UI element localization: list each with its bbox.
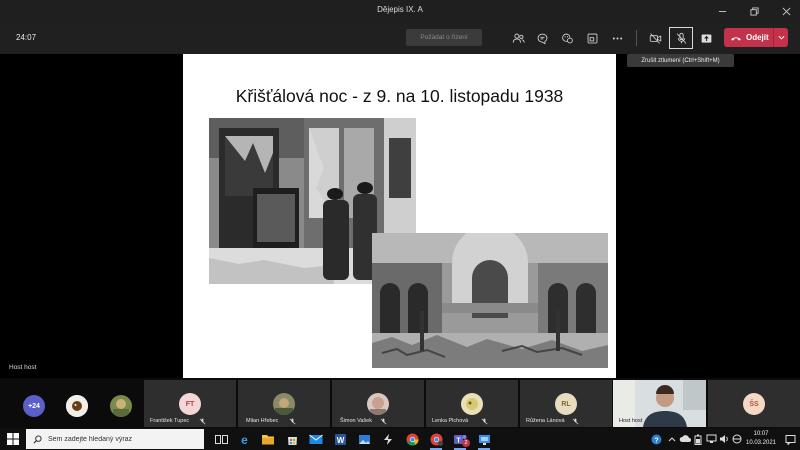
participant-name: František Tupec <box>150 418 190 424</box>
avatar <box>110 395 132 417</box>
search-icon <box>33 434 42 443</box>
participant-name: Šimon Vašek <box>340 418 372 424</box>
self-video-tile[interactable]: Host host <box>613 380 706 427</box>
clock-time: 10:07 <box>753 431 769 437</box>
minimize-icon[interactable] <box>708 0 736 22</box>
windows-start-icon[interactable] <box>7 433 19 445</box>
file-explorer-icon[interactable] <box>260 431 276 447</box>
request-control-button[interactable]: Požádat o řízení <box>406 29 482 46</box>
more-participants-count: +24 <box>23 395 45 417</box>
participant-name: Milan Hřebec <box>246 418 279 424</box>
photos-icon[interactable] <box>356 431 372 447</box>
window-title-bar: Dějepis IX. A <box>0 0 800 22</box>
shared-content-stage: Křišťálová noc - z 9. na 10. listopadu 1… <box>0 54 800 378</box>
rooms-icon[interactable] <box>582 29 602 47</box>
system-clock[interactable]: 10:07 10.03.2021 <box>741 430 781 448</box>
mic-off-icon <box>572 418 579 425</box>
participant-tile[interactable] <box>60 380 96 427</box>
avatar <box>273 393 295 415</box>
avatar <box>367 393 389 415</box>
window-title: Dějepis IX. A <box>377 5 423 14</box>
mic-off-icon <box>481 418 488 425</box>
participant-tile[interactable]: Lenka Plchová <box>426 380 518 427</box>
participant-strip: +24 FT František Tupec Milan Hřebec Šimo… <box>0 378 800 428</box>
chrome-icon[interactable] <box>404 431 420 447</box>
more-participants-tile[interactable]: +24 <box>0 380 60 427</box>
help-icon[interactable]: ? <box>648 431 664 447</box>
mic-off-icon <box>289 418 296 425</box>
chat-icon[interactable] <box>532 29 552 47</box>
meeting-toolbar: 24:07 Požádat o řízení Odejít <box>0 22 800 54</box>
presentation-slide: Křišťálová noc - z 9. na 10. listopadu 1… <box>183 54 616 378</box>
participant-name: Růžena Lánová <box>526 418 565 424</box>
presenter-name-label: Host host <box>9 364 37 371</box>
search-input[interactable] <box>48 435 198 443</box>
svg-text:T: T <box>456 437 461 444</box>
phone-hangup-icon <box>731 36 741 40</box>
participant-name: Lenka Plchová <box>432 418 469 424</box>
taskbar-search[interactable] <box>26 429 204 449</box>
remote-app-icon[interactable] <box>476 431 492 450</box>
notification-badge: 2 <box>462 439 470 447</box>
word-icon[interactable]: W <box>332 431 348 447</box>
share-screen-icon[interactable] <box>696 29 716 47</box>
network-app-icon[interactable] <box>380 431 396 447</box>
camera-off-icon[interactable] <box>645 29 665 47</box>
participant-tile[interactable] <box>100 380 144 427</box>
participant-tile[interactable]: RL Růžena Lánová <box>520 380 612 427</box>
chrome-profile-icon[interactable] <box>428 431 444 450</box>
mic-off-icon <box>380 418 387 425</box>
meeting-timer: 24:07 <box>16 33 37 42</box>
teams-icon[interactable]: T 2 <box>452 431 470 450</box>
leave-button[interactable]: Odejít <box>724 28 788 47</box>
notifications-icon[interactable] <box>782 431 798 447</box>
participant-tile[interactable]: ŠS <box>708 380 800 427</box>
avatar: ŠS <box>743 393 765 415</box>
avatar: RL <box>555 393 577 415</box>
participants-icon[interactable] <box>508 29 528 47</box>
mic-off-icon <box>199 418 206 425</box>
mic-off-icon[interactable] <box>669 27 693 49</box>
svg-text:?: ? <box>654 437 658 444</box>
svg-text:e: e <box>241 433 248 446</box>
leave-button-label: Odejít <box>746 33 769 42</box>
participant-tile[interactable]: Milan Hřebec <box>238 380 330 427</box>
avatar <box>461 393 483 415</box>
windows-taskbar: e W T 2 ? <box>0 428 800 450</box>
mail-icon[interactable] <box>308 431 324 447</box>
unmute-tooltip: Zrušit ztlumení (Ctrl+Shift+M) <box>627 54 734 67</box>
participant-tile[interactable]: Šimon Vašek <box>332 380 424 427</box>
chevron-down-icon[interactable] <box>773 28 788 47</box>
restore-icon[interactable] <box>740 0 768 22</box>
slide-title: Křišťálová noc - z 9. na 10. listopadu 1… <box>235 86 564 106</box>
avatar: FT <box>179 393 201 415</box>
toolbar-divider <box>636 30 637 46</box>
synagogue-ruins-photo <box>372 233 608 368</box>
reactions-icon[interactable] <box>557 29 577 47</box>
close-icon[interactable] <box>772 0 800 22</box>
more-options-icon[interactable] <box>607 29 627 47</box>
clock-date: 10.03.2021 <box>745 440 777 446</box>
store-icon[interactable] <box>284 431 300 447</box>
participant-tile[interactable]: FT František Tupec <box>144 380 236 427</box>
avatar <box>66 395 88 417</box>
task-view-icon[interactable] <box>213 431 229 447</box>
participant-name: Host host <box>619 418 643 424</box>
edge-browser-icon[interactable]: e <box>236 431 252 447</box>
svg-text:W: W <box>336 436 344 445</box>
